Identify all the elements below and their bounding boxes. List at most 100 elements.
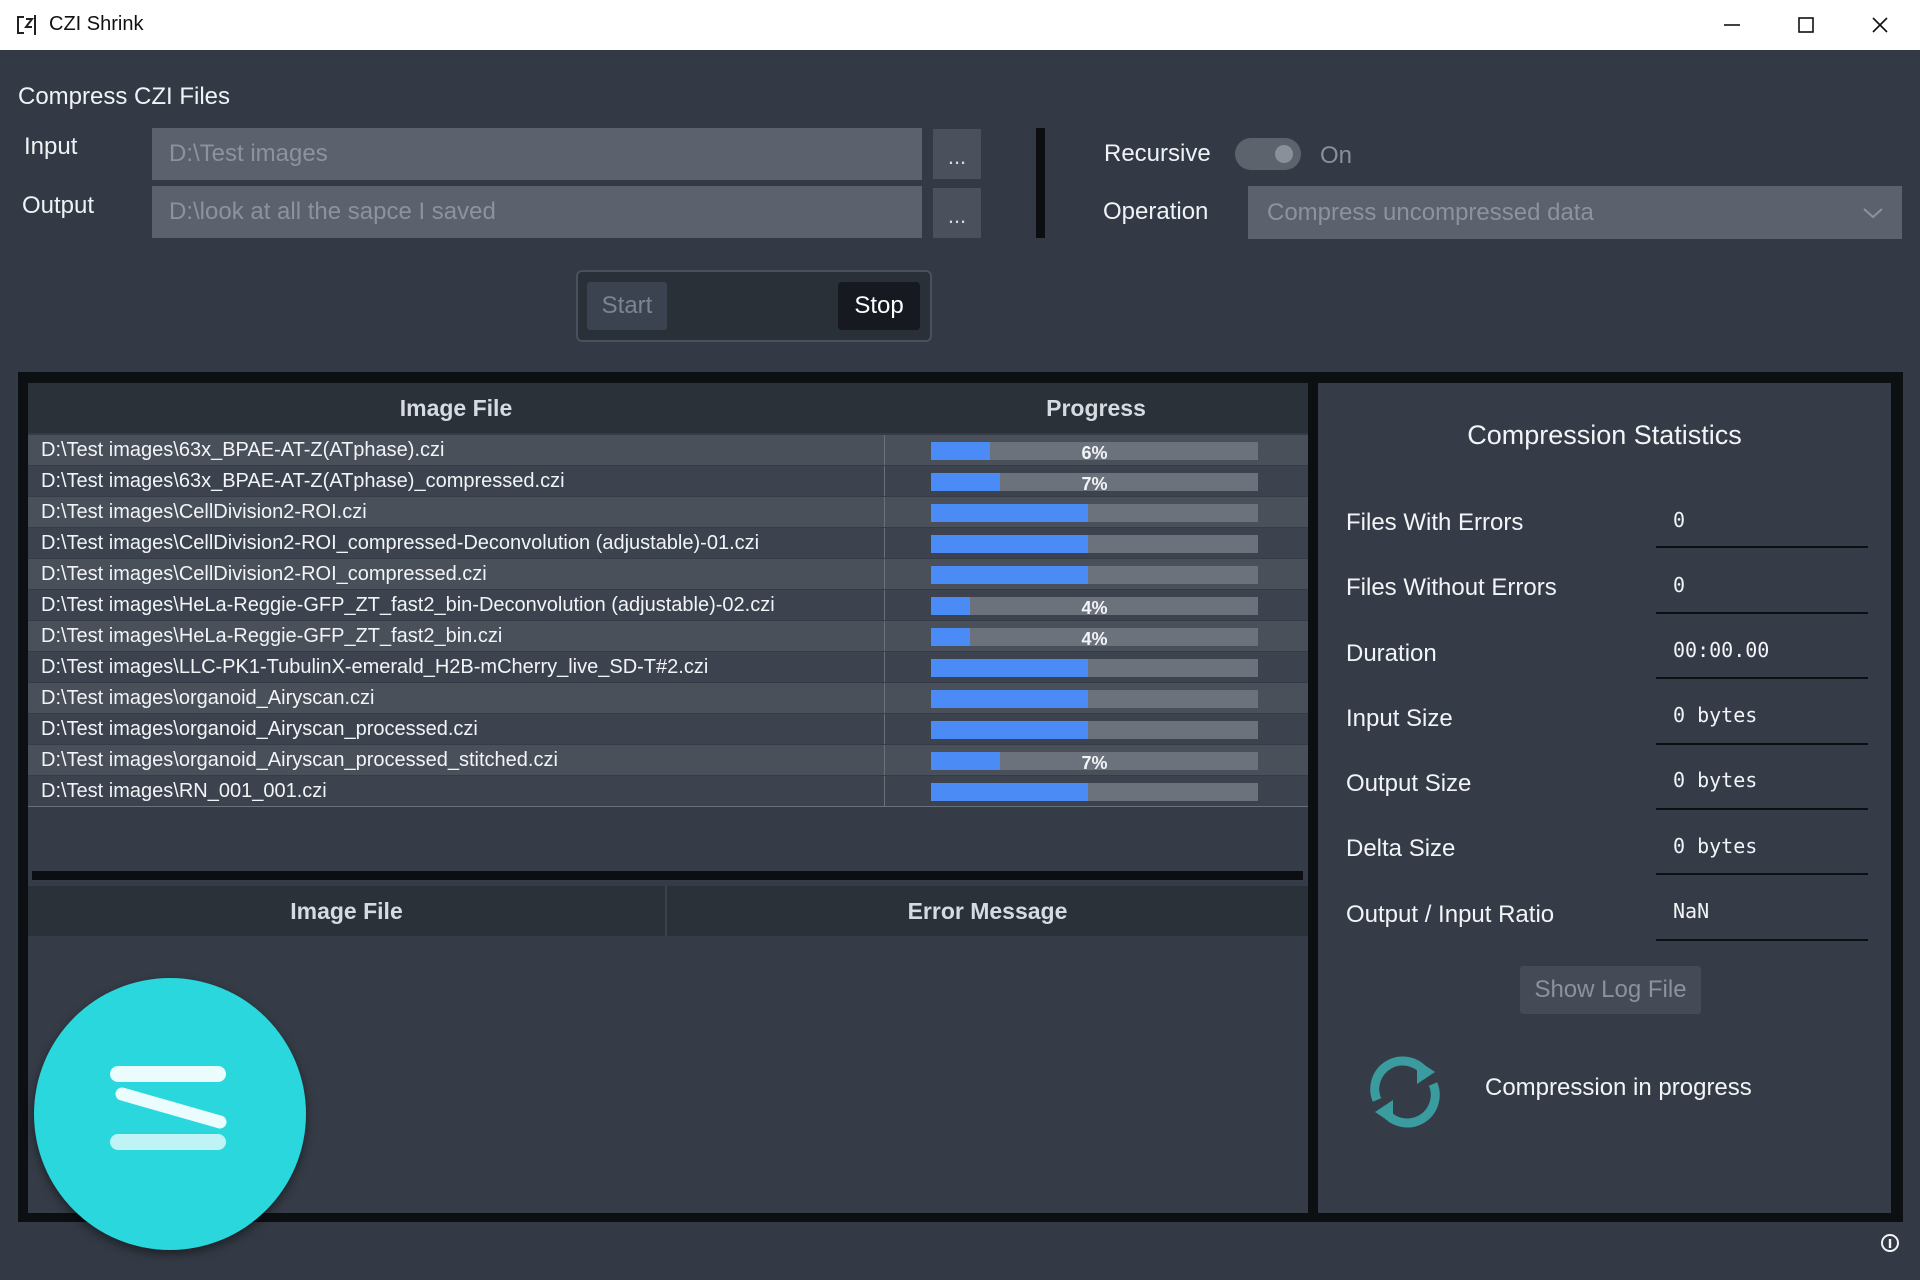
progress-percent: [931, 783, 1258, 801]
table-row[interactable]: D:\Test images\organoid_Airyscan_process…: [28, 714, 1308, 744]
progress-bar: [931, 566, 1258, 584]
progress-percent: 4%: [1081, 629, 1108, 649]
window-title: CZI Shrink: [49, 13, 144, 35]
file-path-cell: D:\Test images\organoid_Airyscan.czi: [41, 687, 375, 709]
output-browse-button[interactable]: ...: [933, 188, 981, 238]
progress-percent: [931, 504, 1258, 522]
col-error-message[interactable]: Error Message: [667, 886, 1308, 936]
operation-select[interactable]: Compress uncompressed data: [1248, 186, 1902, 239]
stat-value-delta-size: 0 bytes: [1673, 834, 1758, 858]
rows-end-line: [28, 806, 1308, 807]
show-log-file-button[interactable]: Show Log File: [1520, 966, 1701, 1014]
stat-value-files-without-errors: 0: [1673, 573, 1686, 597]
table-row[interactable]: D:\Test images\organoid_Airyscan.czi: [28, 683, 1308, 713]
minimize-button[interactable]: [1695, 0, 1769, 50]
cell-divider: [884, 466, 885, 496]
cell-divider: [884, 745, 885, 775]
file-path-cell: D:\Test images\63x_BPAE-AT-Z(ATphase)_co…: [41, 470, 565, 492]
file-path-cell: D:\Test images\HeLa-Reggie-GFP_ZT_fast2_…: [41, 625, 503, 647]
stop-button[interactable]: Stop: [838, 282, 920, 330]
table-row[interactable]: D:\Test images\63x_BPAE-AT-Z(ATphase)_co…: [28, 466, 1308, 496]
output-label: Output: [22, 192, 95, 219]
toggle-knob: [1275, 145, 1293, 163]
table-row[interactable]: D:\Test images\HeLa-Reggie-GFP_ZT_fast2_…: [28, 621, 1308, 651]
file-path-cell: D:\Test images\organoid_Airyscan_process…: [41, 749, 558, 771]
cell-divider: [884, 528, 885, 558]
stat-value-input-size: 0 bytes: [1673, 703, 1758, 727]
file-path-cell: D:\Test images\organoid_Airyscan_process…: [41, 718, 478, 740]
cell-divider: [884, 714, 885, 744]
col-image-file[interactable]: Image File: [28, 383, 884, 433]
info-icon[interactable]: [1880, 1233, 1900, 1253]
progress-bar: 4%: [931, 597, 1258, 618]
input-label: Input: [24, 133, 78, 160]
cell-divider: [884, 652, 885, 682]
file-path-cell: D:\Test images\LLC-PK1-TubulinX-emerald_…: [41, 656, 709, 678]
progress-bar: 7%: [931, 473, 1258, 494]
close-icon: [1872, 17, 1888, 33]
operation-value: Compress uncompressed data: [1267, 199, 1594, 226]
operation-label: Operation: [1103, 198, 1209, 225]
progress-bar: 4%: [931, 628, 1258, 649]
output-path-field[interactable]: D:\look at all the sapce I saved: [152, 186, 922, 238]
progress-bar: [931, 535, 1258, 553]
table-row[interactable]: D:\Test images\63x_BPAE-AT-Z(ATphase).cz…: [28, 435, 1308, 465]
stat-label-duration: Duration: [1346, 640, 1437, 667]
progress-bar: [931, 721, 1258, 739]
table-row[interactable]: D:\Test images\HeLa-Reggie-GFP_ZT_fast2_…: [28, 590, 1308, 620]
progress-percent: 7%: [1081, 474, 1108, 494]
progress-percent: [931, 659, 1258, 677]
recursive-toggle[interactable]: [1235, 138, 1301, 170]
cell-divider: [884, 435, 885, 465]
cell-divider: [884, 776, 885, 806]
app-icon: [17, 15, 36, 35]
input-browse-button[interactable]: ...: [933, 129, 981, 179]
start-button[interactable]: Start: [587, 282, 667, 330]
progress-percent: [931, 566, 1258, 584]
table-row[interactable]: D:\Test images\CellDivision2-ROI_compres…: [28, 559, 1308, 589]
progress-bar: [931, 690, 1258, 708]
maximize-button[interactable]: [1769, 0, 1843, 50]
stat-value-files-with-errors: 0: [1673, 508, 1686, 532]
progress-percent: 6%: [1081, 443, 1108, 463]
progress-bar: [931, 504, 1258, 522]
recursive-label: Recursive: [1104, 140, 1211, 167]
file-path-cell: D:\Test images\CellDivision2-ROI.czi: [41, 501, 367, 523]
table-row[interactable]: D:\Test images\CellDivision2-ROI.czi: [28, 497, 1308, 527]
col-progress[interactable]: Progress: [884, 383, 1308, 433]
stat-underline: [1656, 743, 1868, 745]
progress-bar: 6%: [931, 442, 1258, 463]
stat-label-delta-size: Delta Size: [1346, 835, 1456, 862]
files-table-header: Image File Progress: [28, 383, 1308, 433]
stat-label-files-with-errors: Files With Errors: [1346, 509, 1524, 536]
stat-value-duration: 00:00.00: [1673, 638, 1770, 662]
stat-underline: [1656, 873, 1868, 875]
table-row[interactable]: D:\Test images\organoid_Airyscan_process…: [28, 745, 1308, 775]
file-path-cell: D:\Test images\CellDivision2-ROI_compres…: [41, 563, 487, 585]
stat-label-output-size: Output Size: [1346, 770, 1472, 797]
stat-underline: [1656, 612, 1868, 614]
cell-divider: [884, 621, 885, 651]
col-error-image-file[interactable]: Image File: [28, 886, 665, 936]
stats-title: Compression Statistics: [1467, 420, 1742, 450]
file-path-cell: D:\Test images\63x_BPAE-AT-Z(ATphase).cz…: [41, 439, 445, 461]
stat-underline: [1656, 546, 1868, 548]
cell-divider: [884, 497, 885, 527]
close-button[interactable]: [1843, 0, 1917, 50]
table-row[interactable]: D:\Test images\RN_001_001.czi: [28, 776, 1308, 806]
maximize-icon: [1798, 17, 1814, 33]
chevron-down-icon: [1863, 208, 1883, 219]
minimize-icon: [1724, 24, 1740, 26]
progress-percent: [931, 690, 1258, 708]
table-row[interactable]: D:\Test images\LLC-PK1-TubulinX-emerald_…: [28, 652, 1308, 682]
table-row[interactable]: D:\Test images\CellDivision2-ROI_compres…: [28, 528, 1308, 558]
progress-percent: 4%: [1081, 598, 1108, 618]
file-path-cell: D:\Test images\RN_001_001.czi: [41, 780, 327, 802]
app-logo-icon: [110, 1066, 227, 1150]
panel-splitter[interactable]: [32, 871, 1303, 880]
progress-percent: 7%: [1081, 753, 1108, 773]
cell-divider: [884, 559, 885, 589]
stat-label-output-input-ratio: Output / Input Ratio: [1346, 901, 1555, 928]
app-logo: [34, 978, 306, 1250]
input-path-field[interactable]: D:\Test images: [152, 128, 922, 180]
